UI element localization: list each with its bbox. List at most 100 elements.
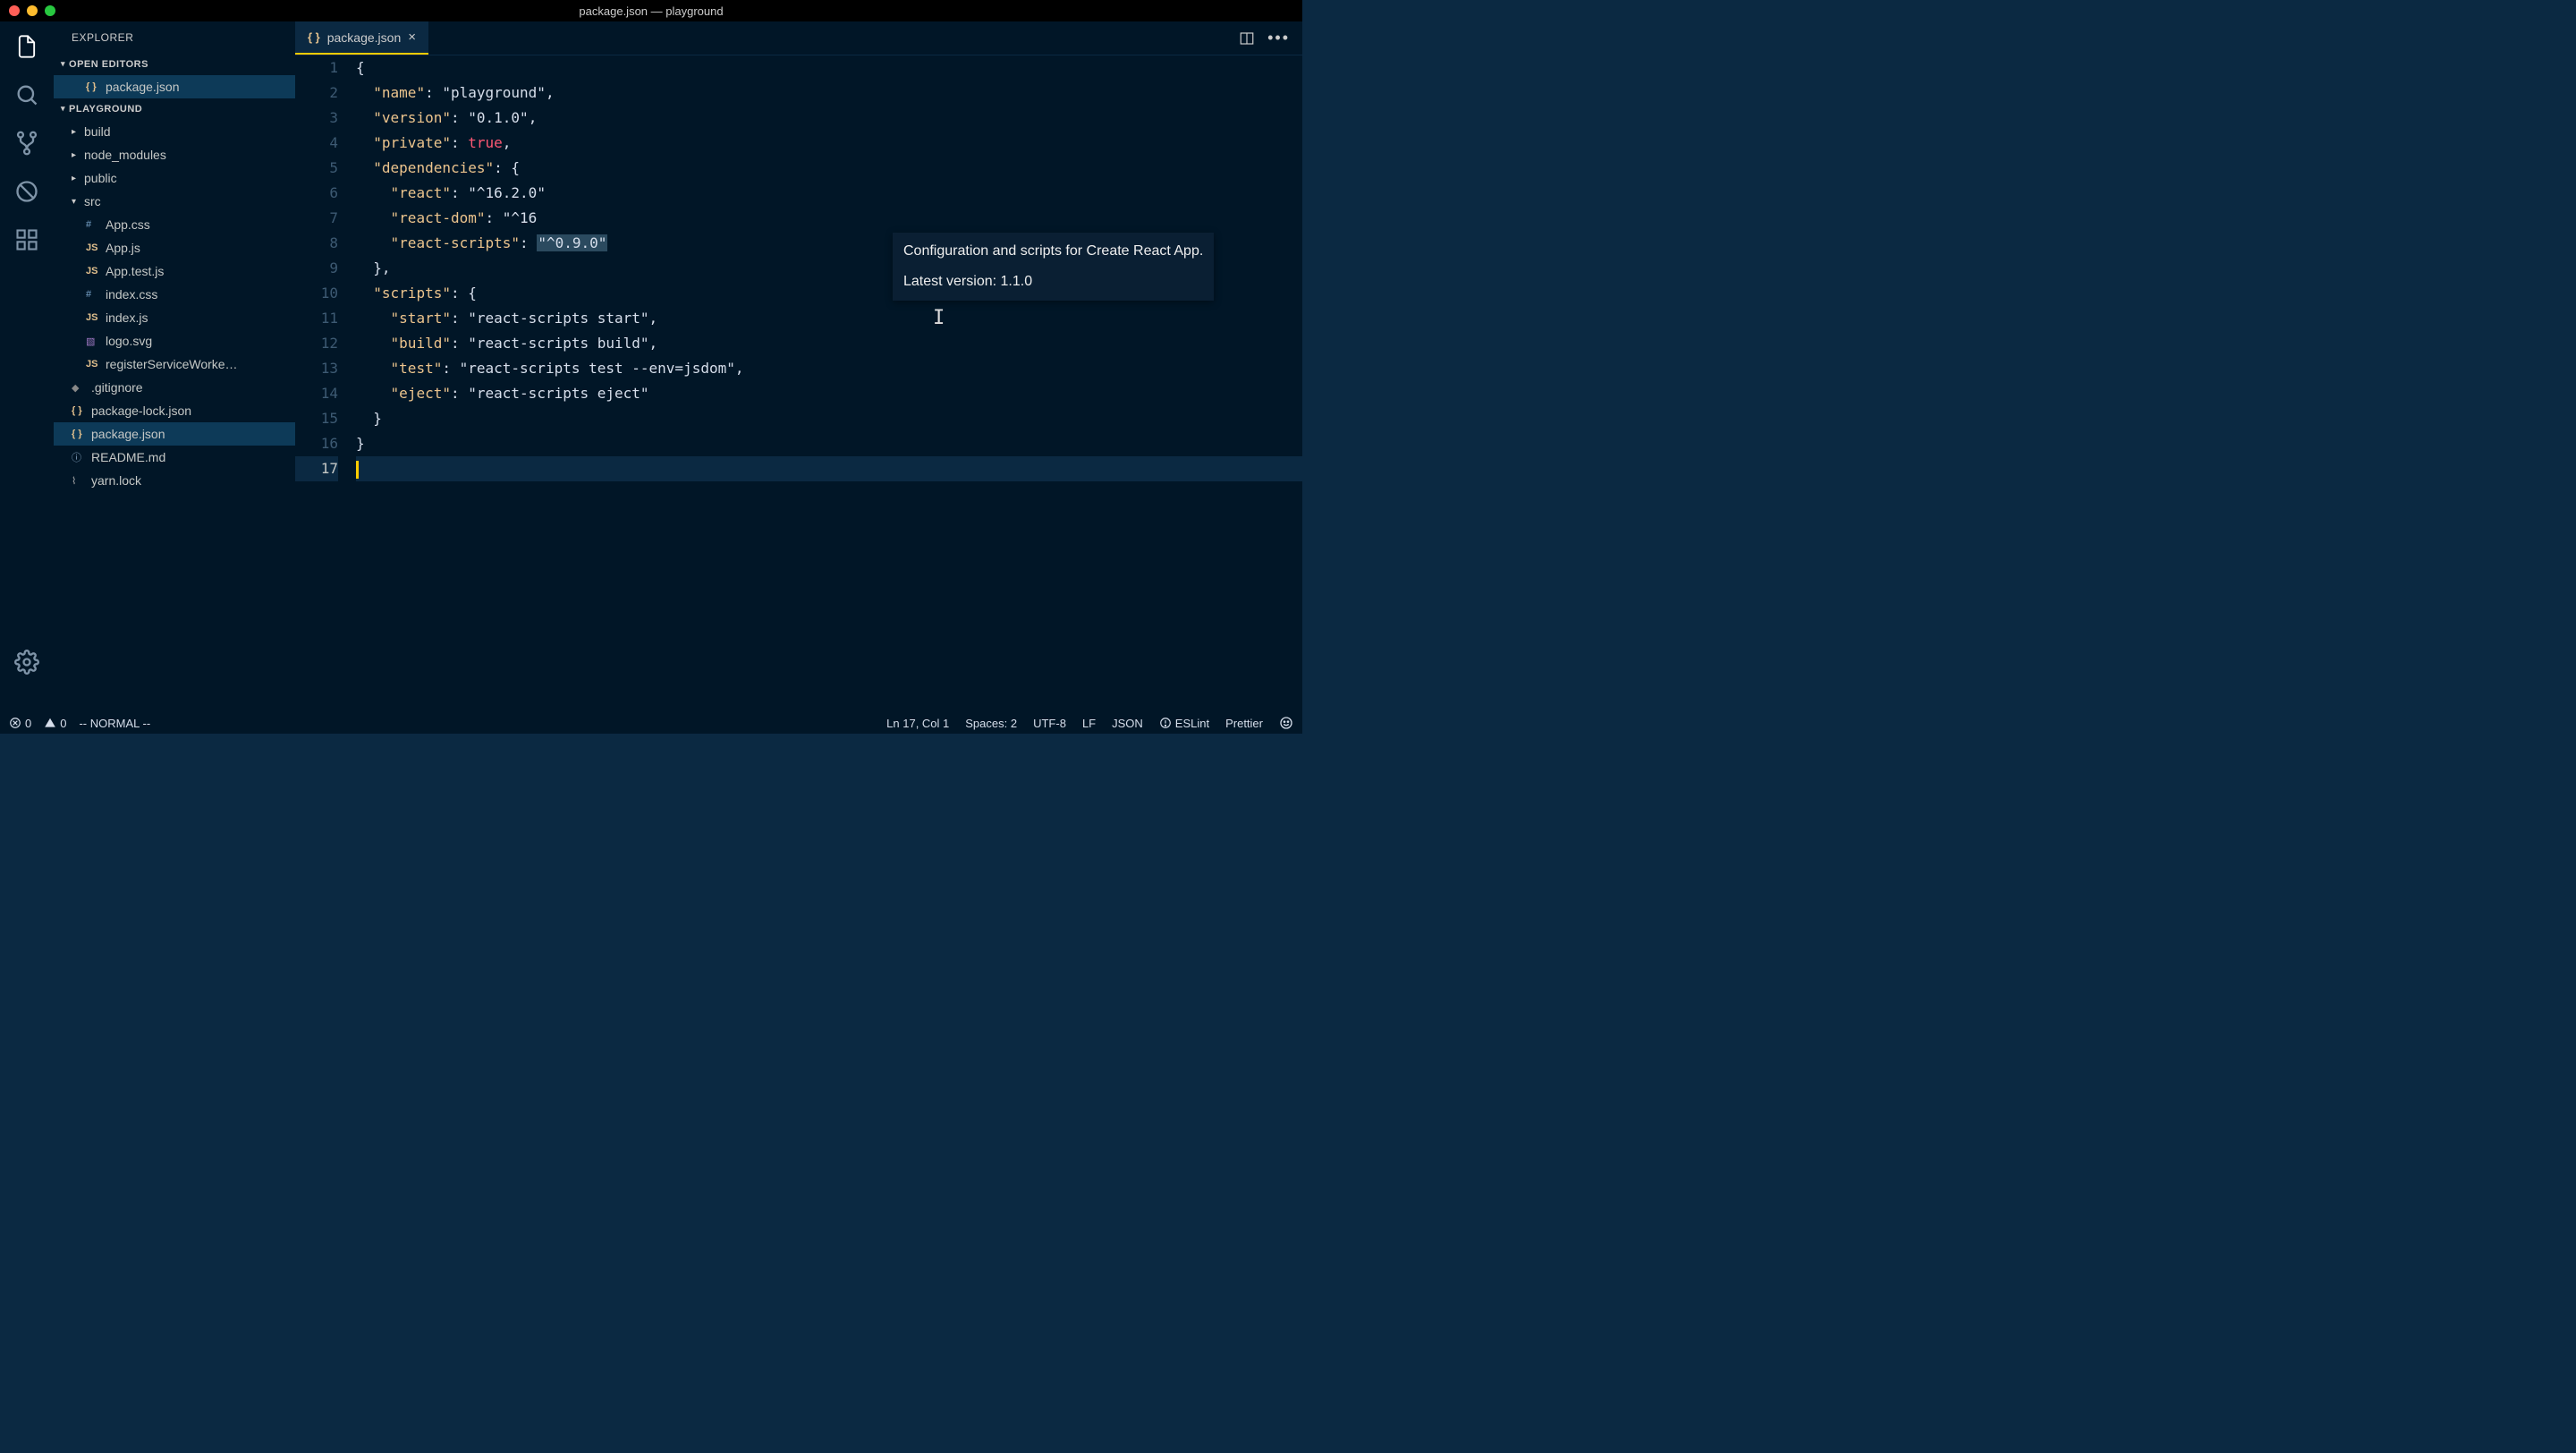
tree-item-label: README.md [91, 450, 165, 464]
tree-file[interactable]: JSApp.test.js [54, 259, 295, 283]
sidebar: EXPLORER ▾ OPEN EDITORS { } package.json… [54, 21, 295, 712]
more-actions-icon[interactable]: ••• [1267, 29, 1290, 47]
tree-folder[interactable]: ▸public [54, 166, 295, 190]
explorer-icon[interactable] [13, 32, 41, 61]
json-file-icon: { } [72, 405, 91, 416]
tree-file[interactable]: { }package-lock.json [54, 399, 295, 422]
tree-item-label: node_modules [84, 148, 166, 162]
status-cursor-position[interactable]: Ln 17, Col 1 [886, 716, 949, 730]
js-file-icon: JS [86, 266, 106, 276]
window-controls [9, 5, 55, 16]
tree-file[interactable]: #index.css [54, 283, 295, 306]
tree-item-label: App.js [106, 241, 140, 255]
status-indentation[interactable]: Spaces: 2 [965, 716, 1017, 730]
tree-file[interactable]: JSregisterServiceWorke… [54, 353, 295, 376]
tree-item-label: src [84, 194, 101, 208]
status-bar: 0 0 -- NORMAL -- Ln 17, Col 1 Spaces: 2 … [0, 712, 1302, 734]
status-eol[interactable]: LF [1082, 716, 1096, 730]
tooltip-description: Configuration and scripts for Create Rea… [903, 236, 1203, 267]
chevron-right-icon: ▸ [72, 174, 84, 183]
close-window-button[interactable] [9, 5, 20, 16]
tree-file[interactable]: ⓘREADME.md [54, 446, 295, 469]
tree-item-label: build [84, 124, 111, 139]
project-label: PLAYGROUND [69, 104, 142, 115]
tree-file[interactable]: ⌇yarn.lock [54, 469, 295, 492]
lock-file-icon: ⌇ [72, 475, 91, 487]
tree-file[interactable]: { }package.json [54, 422, 295, 446]
error-count: 0 [25, 717, 31, 730]
warning-count: 0 [60, 717, 66, 730]
js-file-icon: JS [86, 242, 106, 253]
tree-item-label: package-lock.json [91, 404, 191, 418]
tab-bar: { } package.json × ••• [295, 21, 1302, 55]
tree-item-label: registerServiceWorke… [106, 357, 238, 371]
tab-bar-actions: ••• [1239, 21, 1302, 55]
code-editor[interactable]: 1234567891011121314151617 { "name": "pla… [295, 55, 1302, 712]
sidebar-title: EXPLORER [54, 21, 295, 54]
tree-file[interactable]: #App.css [54, 213, 295, 236]
tree-item-label: index.js [106, 310, 148, 325]
status-prettier[interactable]: Prettier [1225, 716, 1263, 730]
chevron-right-icon: ▸ [72, 127, 84, 137]
close-icon[interactable]: × [408, 30, 416, 45]
tree-item-label: .gitignore [91, 380, 143, 395]
chevron-down-icon: ▾ [61, 59, 65, 69]
source-control-icon[interactable] [13, 129, 41, 157]
status-errors[interactable]: 0 [9, 717, 31, 730]
line-gutter: 1234567891011121314151617 [295, 55, 356, 712]
settings-gear-icon[interactable] [13, 648, 41, 676]
eslint-label: ESLint [1175, 717, 1209, 730]
hash-file-icon: # [86, 219, 106, 230]
tree-item-label: App.css [106, 217, 150, 232]
tree-file[interactable]: JSApp.js [54, 236, 295, 259]
git-file-icon: ◆ [72, 382, 91, 394]
chevron-down-icon: ▾ [61, 104, 65, 114]
js-file-icon: JS [86, 312, 106, 323]
activity-bar [0, 21, 54, 712]
tooltip-version: Latest version: 1.1.0 [903, 267, 1203, 297]
tree-file[interactable]: ▧logo.svg [54, 329, 295, 353]
maximize-window-button[interactable] [45, 5, 55, 16]
code-content[interactable]: { "name": "playground", "version": "0.1.… [356, 55, 1302, 712]
tree-folder[interactable]: ▾src [54, 190, 295, 213]
tree-file[interactable]: JSindex.js [54, 306, 295, 329]
minimize-window-button[interactable] [27, 5, 38, 16]
json-file-icon: { } [308, 30, 320, 44]
hover-tooltip: Configuration and scripts for Create Rea… [893, 233, 1214, 301]
tree-item-label: logo.svg [106, 334, 152, 348]
open-editors-header[interactable]: ▾ OPEN EDITORS [54, 54, 295, 75]
json-file-icon: { } [72, 429, 91, 439]
tree-item-label: App.test.js [106, 264, 164, 278]
extensions-icon[interactable] [13, 225, 41, 254]
tree-item-label: package.json [91, 427, 165, 441]
split-editor-icon[interactable] [1239, 30, 1255, 47]
tree-item-label: yarn.lock [91, 473, 141, 488]
titlebar: package.json — playground [0, 0, 1302, 21]
tree-folder[interactable]: ▸node_modules [54, 143, 295, 166]
status-warnings[interactable]: 0 [44, 717, 66, 730]
open-editors-list: { } package.json [54, 75, 295, 98]
status-language[interactable]: JSON [1112, 716, 1143, 730]
open-editors-label: OPEN EDITORS [69, 59, 148, 70]
tab-package-json[interactable]: { } package.json × [295, 21, 428, 55]
editor-area: { } package.json × ••• 12345678910111213… [295, 21, 1302, 712]
status-vim-mode: -- NORMAL -- [79, 717, 150, 730]
tree-file[interactable]: ◆.gitignore [54, 376, 295, 399]
status-feedback-icon[interactable] [1279, 716, 1293, 730]
svg-file-icon: ▧ [86, 336, 106, 347]
project-header[interactable]: ▾ PLAYGROUND [54, 98, 295, 120]
status-encoding[interactable]: UTF-8 [1033, 716, 1066, 730]
tree-folder[interactable]: ▸build [54, 120, 295, 143]
status-eslint[interactable]: ESLint [1159, 716, 1209, 730]
open-editor-label: package.json [106, 80, 180, 94]
file-tree: ▸build▸node_modules▸public▾src#App.cssJS… [54, 120, 295, 492]
tree-item-label: public [84, 171, 117, 185]
js-file-icon: JS [86, 359, 106, 370]
hash-file-icon: # [86, 289, 106, 300]
open-editor-item[interactable]: { } package.json [54, 75, 295, 98]
debug-icon[interactable] [13, 177, 41, 206]
search-icon[interactable] [13, 81, 41, 109]
info-file-icon: ⓘ [72, 450, 91, 464]
json-file-icon: { } [86, 81, 106, 92]
window-title: package.json — playground [579, 4, 723, 18]
